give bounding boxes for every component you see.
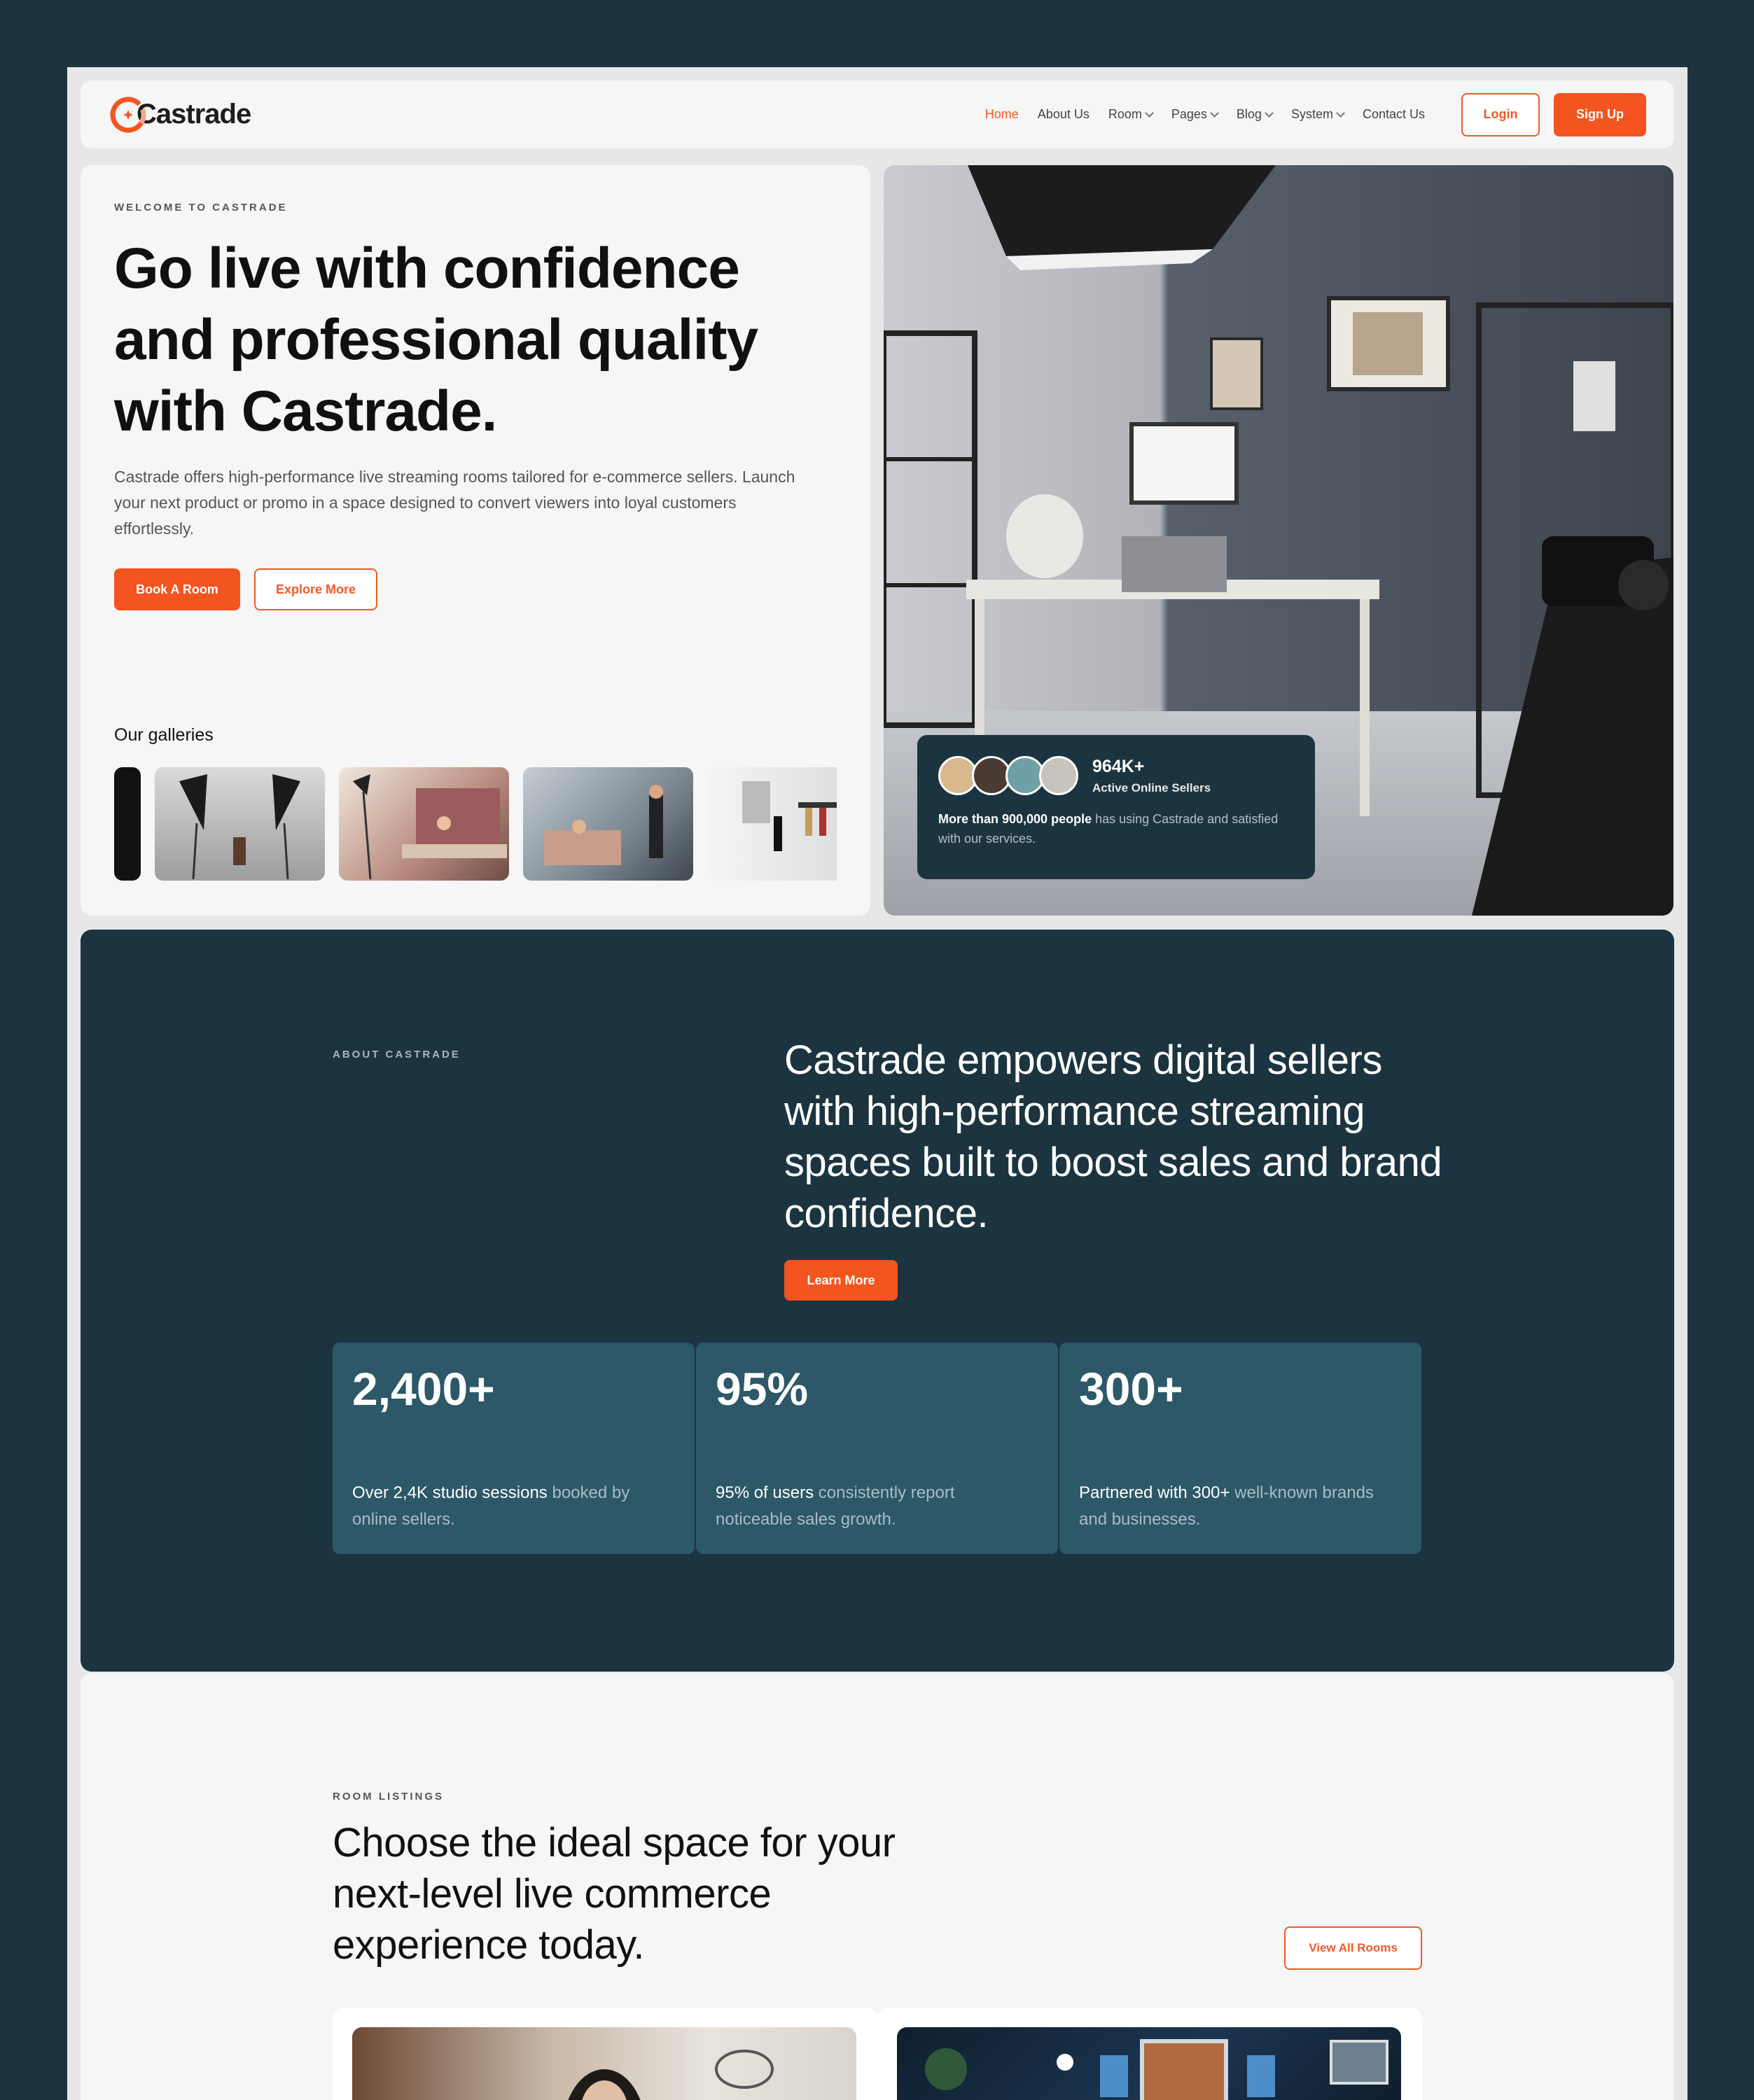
stat-description: Over 2,4K studio sessions booked by onli… [352, 1480, 660, 1533]
room-card-image [897, 2027, 1401, 2100]
room-card[interactable] [877, 2008, 1422, 2100]
signup-button[interactable]: Sign Up [1554, 92, 1646, 136]
gallery-thumb[interactable] [155, 767, 325, 881]
about-eyebrow: ABOUT CASTRADE [333, 1049, 461, 1060]
stat-box-partners: 300+ Partnered with 300+ well-known bran… [1059, 1343, 1421, 1554]
gallery-thumb[interactable] [114, 767, 141, 881]
menu-item-pages[interactable]: Pages [1171, 107, 1219, 122]
sellers-label: Active Online Sellers [1092, 780, 1211, 794]
menu-label: Room [1108, 107, 1142, 121]
studio-photo [179, 774, 300, 880]
avatar [1039, 756, 1078, 795]
menu-item-room[interactable]: Room [1108, 107, 1154, 122]
room-photo [925, 2039, 1388, 2100]
studio-photo [353, 774, 507, 880]
hero-title: Go live with confidence and professional… [114, 237, 758, 443]
menu-item-contact-us[interactable]: Contact Us [1363, 107, 1425, 122]
room-listings-section: ROOM LISTINGS Choose the ideal space for… [81, 1673, 1674, 2100]
stat-desc-bold: Over 2,4K studio sessions [352, 1483, 548, 1502]
menu-label: Pages [1171, 107, 1207, 121]
hero-actions: Book A Room Explore More [114, 568, 837, 610]
gallery-thumb[interactable] [707, 767, 837, 881]
menu-label: System [1290, 107, 1333, 121]
brand-name: Castrade [137, 99, 251, 130]
sellers-count: 964K+ [1092, 756, 1145, 776]
room-card[interactable] [333, 2008, 877, 2100]
chevron-down-icon [1265, 108, 1274, 118]
hero-description: Castrade offers high-performance live st… [114, 468, 795, 538]
stat-box-sessions: 2,400+ Over 2,4K studio sessions booked … [333, 1343, 695, 1554]
rooms-eyebrow: ROOM LISTINGS [333, 1791, 444, 1802]
stat-description: 95% of users consistently report noticea… [716, 1480, 1024, 1533]
chevron-down-icon [1336, 108, 1345, 118]
studio-photo [742, 781, 837, 851]
stat-desc-bold: 95% of users [716, 1483, 814, 1502]
stat-number: 300+ [1079, 1363, 1183, 1415]
main-menu: Home About Us Room Pages Blog System Con… [985, 107, 1425, 122]
hero-eyebrow: WELCOME TO CASTRADE [114, 202, 288, 214]
chevron-down-icon [1144, 108, 1154, 118]
sellers-stat-card: 964K+ Active Online Sellers More than 90… [917, 735, 1315, 879]
about-title: Castrade empowers digital sellers with h… [784, 1037, 1442, 1236]
menu-label: Blog [1236, 107, 1262, 121]
page-frame: Castrade Home About Us Room Pages Blog S… [67, 67, 1687, 2100]
stat-description: Partnered with 300+ well-known brands an… [1079, 1480, 1387, 1533]
book-room-button[interactable]: Book A Room [114, 568, 240, 610]
gallery-thumb[interactable] [339, 767, 509, 881]
stats-row: 2,400+ Over 2,4K studio sessions booked … [333, 1343, 1421, 1554]
room-photo [568, 2050, 774, 2100]
studio-photo [544, 785, 663, 865]
logo-mark-icon [110, 97, 146, 132]
brand-logo[interactable]: Castrade [109, 95, 251, 134]
login-button[interactable]: Login [1461, 92, 1540, 136]
menu-label: About Us [1037, 107, 1090, 121]
gallery-carousel[interactable] [114, 767, 837, 881]
menu-item-about-us[interactable]: About Us [1038, 107, 1090, 122]
explore-more-button[interactable]: Explore More [254, 568, 377, 610]
menu-item-blog[interactable]: Blog [1236, 107, 1274, 122]
top-navbar: Castrade Home About Us Room Pages Blog S… [81, 80, 1674, 148]
stat-desc-bold: Partnered with 300+ [1079, 1483, 1230, 1502]
about-section: ABOUT CASTRADE Castrade empowers digital… [81, 930, 1674, 1672]
menu-label: Home [984, 107, 1019, 121]
gallery-thumb[interactable] [523, 767, 693, 881]
sellers-description-bold: More than 900,000 people [938, 812, 1092, 826]
stat-number: 95% [716, 1363, 809, 1415]
view-all-rooms-button[interactable]: View All Rooms [1284, 1926, 1422, 1970]
avatar-group [938, 756, 1078, 795]
hero-studio-photo: 964K+ Active Online Sellers More than 90… [884, 165, 1673, 916]
rooms-title: Choose the ideal space for your next-lev… [333, 1820, 896, 1968]
menu-item-system[interactable]: System [1290, 107, 1345, 122]
room-card-image [352, 2027, 856, 2100]
sellers-description: More than 900,000 people has using Castr… [938, 809, 1294, 848]
hero-intro-panel: WELCOME TO CASTRADE Go live with confide… [81, 165, 870, 916]
menu-label: Contact Us [1362, 107, 1425, 121]
learn-more-button[interactable]: Learn More [784, 1260, 898, 1301]
galleries-heading: Our galleries [114, 725, 214, 745]
stat-number: 2,400+ [352, 1363, 495, 1415]
chevron-down-icon [1210, 108, 1219, 118]
stat-box-growth: 95% 95% of users consistently report not… [696, 1343, 1058, 1554]
menu-item-home[interactable]: Home [985, 107, 1019, 122]
